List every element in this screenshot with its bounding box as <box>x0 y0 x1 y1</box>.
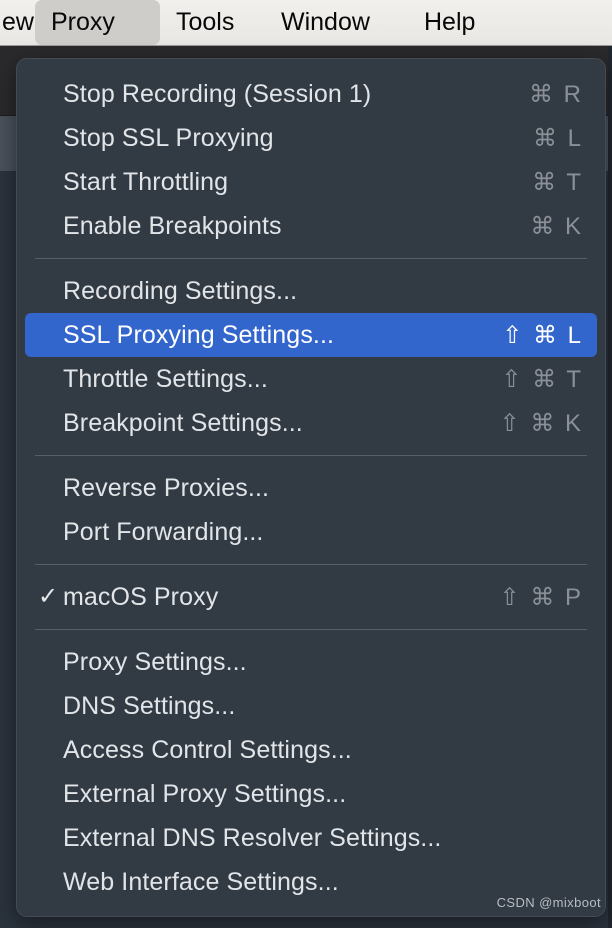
menu-item-label: Web Interface Settings... <box>63 867 339 896</box>
checkmark-icon: ✓ <box>37 583 59 610</box>
menubar-item-window[interactable]: Window <box>265 0 410 46</box>
menu-item-label: Stop Recording (Session 1) <box>63 79 372 108</box>
menu-item-shortcut: ⌘ R <box>529 80 583 108</box>
menubar-item-tools[interactable]: Tools <box>160 0 265 46</box>
menu-item-shortcut: ⇧ ⌘ L <box>502 321 583 349</box>
menu-item-label: Access Control Settings... <box>63 735 352 764</box>
menu-item-recording-settings[interactable]: Recording Settings... <box>25 269 597 313</box>
menu-separator <box>35 564 587 565</box>
menu-item-enable-breakpoints[interactable]: Enable Breakpoints ⌘ K <box>25 204 597 248</box>
menubar-item-ew[interactable]: ew <box>0 0 34 46</box>
menu-item-dns-settings[interactable]: DNS Settings... <box>25 684 597 728</box>
menu-item-label: Port Forwarding... <box>63 517 264 546</box>
menu-item-label: Stop SSL Proxying <box>63 123 274 152</box>
menu-separator <box>35 455 587 456</box>
menu-item-label: External Proxy Settings... <box>63 779 347 808</box>
menu-item-shortcut: ⌘ L <box>532 124 583 152</box>
menu-item-label: Recording Settings... <box>63 276 298 305</box>
menu-item-list: Stop Recording (Session 1) ⌘ R Stop SSL Pr… <box>17 59 605 916</box>
menu-item-label: Reverse Proxies... <box>63 473 270 502</box>
menubar-item-proxy[interactable]: Proxy <box>35 0 160 45</box>
menu-item-shortcut: ⇧ ⌘ P <box>499 583 583 611</box>
menu-separator <box>35 258 587 259</box>
menu-item-label: Throttle Settings... <box>63 364 268 393</box>
menu-item-label: DNS Settings... <box>63 691 236 720</box>
menu-item-stop-ssl-proxying[interactable]: Stop SSL Proxying ⌘ L <box>25 116 597 160</box>
menu-item-stop-recording-session-1[interactable]: Stop Recording (Session 1) ⌘ R <box>25 72 597 116</box>
menu-item-start-throttling[interactable]: Start Throttling ⌘ T <box>25 160 597 204</box>
menu-item-label: SSL Proxying Settings... <box>63 320 335 349</box>
menu-item-shortcut: ⌘ K <box>530 212 583 240</box>
menu-item-label: Start Throttling <box>63 167 229 196</box>
menu-item-access-control-settings[interactable]: Access Control Settings... <box>25 728 597 772</box>
menu-item-macos-proxy[interactable]: ✓ macOS Proxy ⇧ ⌘ P <box>25 575 597 619</box>
menu-item-shortcut: ⇧ ⌘ T <box>501 365 583 393</box>
menubar-item-help[interactable]: Help <box>408 0 500 46</box>
menu-item-external-proxy-settings[interactable]: External Proxy Settings... <box>25 772 597 816</box>
menu-separator <box>35 629 587 630</box>
app-window-right-edge <box>608 46 612 928</box>
menu-item-label: macOS Proxy <box>63 582 219 611</box>
menu-item-throttle-settings[interactable]: Throttle Settings... ⇧ ⌘ T <box>25 357 597 401</box>
menu-item-shortcut: ⌘ T <box>532 168 583 196</box>
menu-item-label: Enable Breakpoints <box>63 211 282 240</box>
menu-item-label: Breakpoint Settings... <box>63 408 303 437</box>
menubar: ew Proxy Tools Window Help <box>0 0 612 46</box>
watermark: CSDN @mixboot <box>496 895 601 910</box>
menu-item-port-forwarding[interactable]: Port Forwarding... <box>25 510 597 554</box>
menu-item-shortcut: ⇧ ⌘ K <box>499 409 583 437</box>
menu-item-label: External DNS Resolver Settings... <box>63 823 442 852</box>
menu-item-breakpoint-settings[interactable]: Breakpoint Settings... ⇧ ⌘ K <box>25 401 597 445</box>
menu-item-label: Proxy Settings... <box>63 647 247 676</box>
menu-item-reverse-proxies[interactable]: Reverse Proxies... <box>25 466 597 510</box>
menu-item-proxy-settings[interactable]: Proxy Settings... <box>25 640 597 684</box>
proxy-dropdown-menu[interactable]: Stop Recording (Session 1) ⌘ R Stop SSL Pr… <box>16 58 606 917</box>
menu-item-external-dns-resolver-settings[interactable]: External DNS Resolver Settings... <box>25 816 597 860</box>
menu-item-ssl-proxying-settings[interactable]: SSL Proxying Settings... ⇧ ⌘ L <box>25 313 597 357</box>
